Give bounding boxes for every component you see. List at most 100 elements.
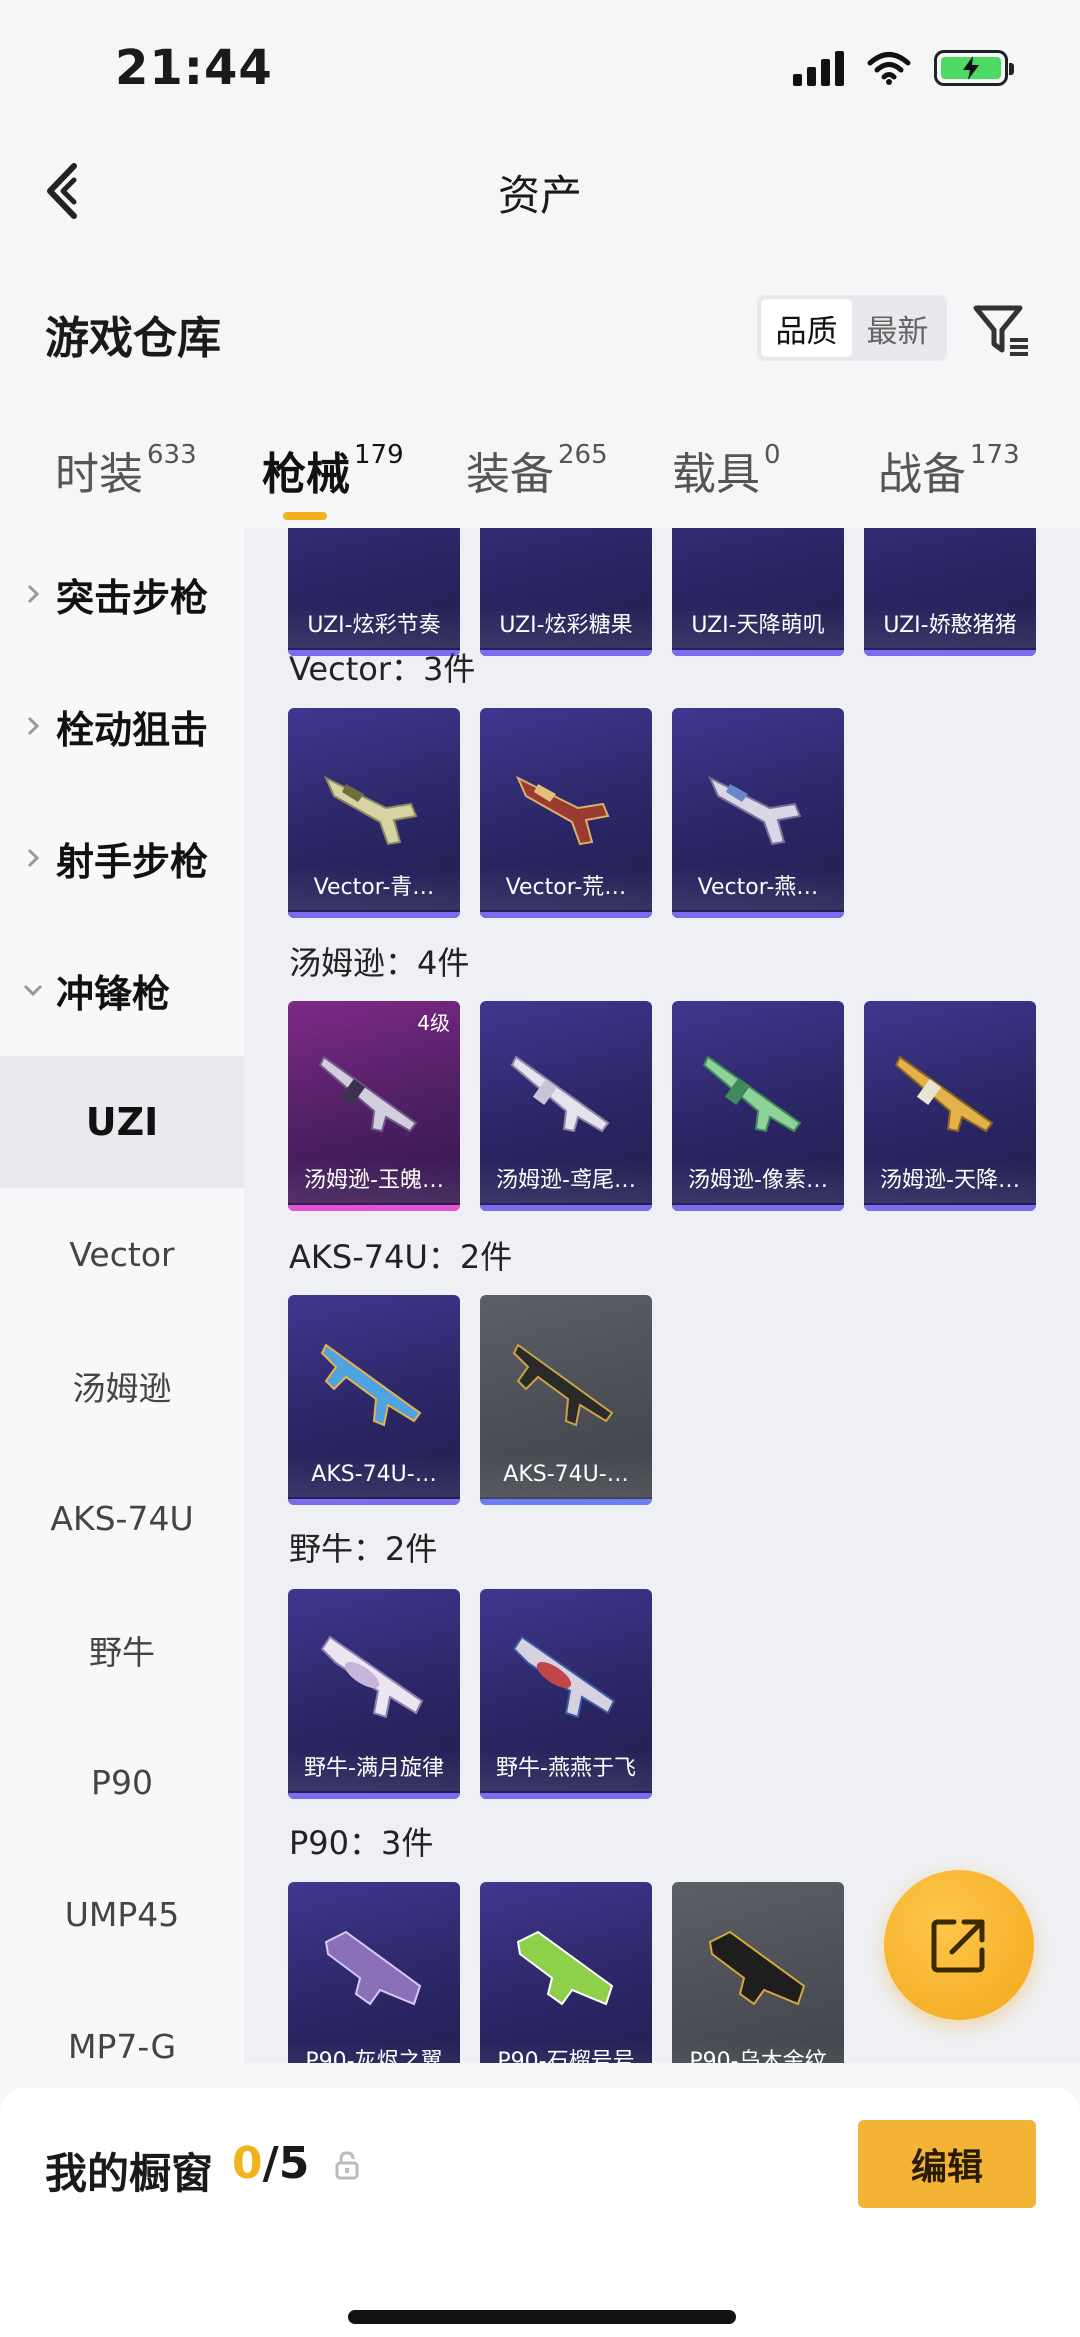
item-card[interactable]: 汤姆逊-天降… (864, 1001, 1036, 1211)
item-card[interactable]: 野牛-燕燕于飞 (480, 1589, 652, 1799)
filter-button[interactable] (970, 298, 1034, 362)
sidebar-item-uzi[interactable]: UZI (0, 1056, 244, 1188)
category-tabs: 时装 633 枪械 179 装备 265 载具 0 战备 173 (0, 420, 1080, 528)
item-name: UZI-娇憨猪猪 (864, 604, 1036, 648)
item-grid: UZI-炫彩节奏 UZI-炫彩糖果 UZI-天降萌叽 UZI-娇憨猪猪 Vect… (244, 528, 1080, 2063)
lock-icon (335, 2151, 359, 2180)
item-name: Vector-燕… (672, 866, 844, 910)
item-card[interactable]: Vector-荒… (480, 708, 652, 918)
weapon-image (707, 775, 802, 846)
item-name: AKS-74U-… (288, 1453, 460, 1497)
status-icons (793, 50, 1014, 86)
weapon-image (320, 1635, 424, 1719)
share-icon (931, 1919, 985, 1973)
tab-firearms[interactable]: 枪械 179 (262, 438, 404, 502)
sidebar-group-label: 栓动狙击 (56, 707, 209, 752)
sidebar-group-marksman-rifle[interactable]: 射手步枪 (0, 792, 244, 924)
item-card[interactable]: P90-灰烬之翼 (288, 1882, 460, 2063)
group-title-thompson: 汤姆逊：4件 (289, 944, 470, 982)
item-card[interactable]: P90-石榴号号 (480, 1882, 652, 2063)
showcase-bar: 我的橱窗 0/5 编辑 (0, 2088, 1080, 2337)
item-card[interactable]: 野牛-满月旋律 (288, 1589, 460, 1799)
battery-icon (934, 50, 1014, 86)
sort-toggle: 品质 最新 (757, 295, 947, 361)
edit-button[interactable]: 编辑 (858, 2120, 1036, 2208)
weapon-image (320, 1343, 422, 1427)
item-name: AKS-74U-… (480, 1453, 652, 1497)
showcase-count: 0/5 (232, 2138, 310, 2189)
weapon-image (708, 1930, 806, 2006)
group-title-p90: P90：3件 (289, 1824, 434, 1862)
weapon-image (894, 1055, 994, 1133)
item-card[interactable]: UZI-炫彩糖果 (480, 528, 652, 656)
item-name: 汤姆逊-玉魄… (288, 1159, 460, 1203)
sidebar-group-bolt-sniper[interactable]: 栓动狙击 (0, 660, 244, 792)
sidebar-item-mp7g[interactable]: MP7-G (0, 1980, 244, 2064)
item-card[interactable]: AKS-74U-… (288, 1295, 460, 1505)
item-name: Vector-荒… (480, 866, 652, 910)
status-bar: 21:44 (0, 0, 1080, 140)
item-card[interactable]: 4级 汤姆逊-玉魄… (288, 1001, 460, 1211)
item-card[interactable]: Vector-燕… (672, 708, 844, 918)
chevron-right-icon (27, 848, 40, 868)
tab-equipment[interactable]: 装备 265 (466, 438, 608, 502)
item-name: Vector-青… (288, 866, 460, 910)
item-name: P90-石榴号号 (480, 2040, 652, 2063)
item-name: P90-乌木金纹 (672, 2040, 844, 2063)
sort-quality-option[interactable]: 品质 (761, 299, 852, 357)
item-card[interactable]: AKS-74U-… (480, 1295, 652, 1505)
sidebar-item-p90[interactable]: P90 (0, 1716, 244, 1848)
item-card[interactable]: UZI-天降萌叽 (672, 528, 844, 656)
sidebar-item-bizon[interactable]: 野牛 (0, 1584, 244, 1716)
sidebar-item-aks74u[interactable]: AKS-74U (0, 1452, 244, 1584)
sidebar-item-thompson[interactable]: 汤姆逊 (0, 1320, 244, 1452)
item-name: UZI-炫彩节奏 (288, 604, 460, 648)
item-name: 汤姆逊-鸢尾… (480, 1159, 652, 1203)
item-card[interactable]: 汤姆逊-鸢尾… (480, 1001, 652, 1211)
item-card[interactable]: UZI-炫彩节奏 (288, 528, 460, 656)
group-title-aks74u: AKS-74U：2件 (289, 1238, 513, 1276)
charging-bolt-icon (963, 56, 979, 80)
weapon-image (324, 1930, 422, 2006)
sidebar-group-label: 突击步枪 (56, 575, 209, 620)
chevron-right-icon (27, 584, 40, 604)
weapon-image (515, 775, 610, 846)
wifi-icon (867, 52, 911, 85)
tab-skins[interactable]: 时装 633 (55, 438, 197, 502)
weapon-image (702, 1055, 802, 1133)
item-name: 野牛-满月旋律 (288, 1747, 460, 1791)
item-name: UZI-炫彩糖果 (480, 604, 652, 648)
sidebar-group-label: 冲锋枪 (56, 971, 171, 1016)
item-card[interactable]: UZI-娇憨猪猪 (864, 528, 1036, 656)
item-name: 汤姆逊-天降… (864, 1159, 1036, 1203)
item-name: UZI-天降萌叽 (672, 604, 844, 648)
sidebar-group-smg[interactable]: 冲锋枪 (0, 924, 244, 1056)
sidebar-group-assault-rifle[interactable]: 突击步枪 (0, 528, 244, 660)
share-button[interactable] (884, 1870, 1034, 2020)
subcategory-sidebar: 突击步枪 栓动狙击 射手步枪 冲锋枪 UZI Vector 汤姆逊 AKS-74… (0, 528, 244, 2063)
weapon-image (516, 1930, 614, 2006)
weapon-image (512, 1343, 614, 1427)
item-name: 野牛-燕燕于飞 (480, 1747, 652, 1791)
sidebar-item-ump45[interactable]: UMP45 (0, 1848, 244, 1980)
active-tab-indicator (283, 512, 327, 520)
item-name: 汤姆逊-像素… (672, 1159, 844, 1203)
item-name: P90-灰烬之翼 (288, 2040, 460, 2063)
status-time: 21:44 (115, 40, 273, 96)
weapon-image (323, 775, 418, 846)
nav-bar: 资产 (0, 140, 1080, 240)
section-header: 游戏仓库 品质 最新 (0, 270, 1080, 390)
sort-newest-option[interactable]: 最新 (852, 299, 943, 357)
item-card[interactable]: 汤姆逊-像素… (672, 1001, 844, 1211)
item-card[interactable]: Vector-青… (288, 708, 460, 918)
chevron-down-icon (23, 984, 43, 997)
chevron-right-icon (27, 716, 40, 736)
cellular-signal-icon (793, 50, 844, 86)
page-title: 资产 (497, 171, 582, 220)
tab-combat-gear[interactable]: 战备 173 (878, 438, 1020, 502)
sidebar-group-label: 射手步枪 (56, 839, 209, 884)
weapon-image (510, 1055, 610, 1133)
tab-vehicles[interactable]: 载具 0 (672, 438, 781, 502)
sidebar-item-vector[interactable]: Vector (0, 1188, 244, 1320)
item-card[interactable]: P90-乌木金纹 (672, 1882, 844, 2063)
